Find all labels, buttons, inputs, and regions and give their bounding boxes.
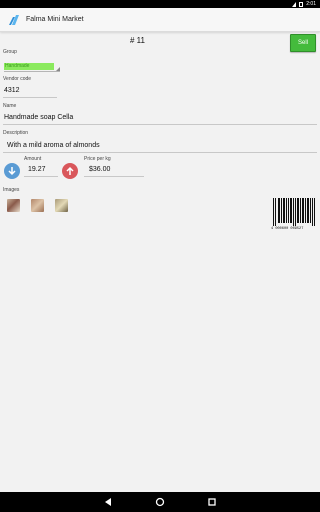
product-image-3[interactable] (55, 199, 68, 212)
description-underline (3, 152, 317, 153)
back-button[interactable] (102, 496, 114, 508)
increase-amount-button[interactable] (62, 163, 78, 179)
decrease-amount-button[interactable] (4, 163, 20, 179)
product-image-1[interactable] (7, 199, 20, 212)
price-underline (84, 176, 144, 177)
description-label: Description (3, 130, 29, 136)
status-time: 2:01 (306, 1, 316, 7)
status-icons: 2:01 (292, 1, 316, 7)
back-icon (105, 498, 111, 506)
amount-field[interactable]: 19.27 (28, 166, 46, 173)
app-title: Falma Mini Market (26, 16, 84, 23)
name-label: Name (3, 103, 17, 109)
navigation-bar (0, 492, 320, 512)
vendor-code-label: Vendor code (3, 76, 32, 82)
description-field[interactable]: With a mild aroma of almonds (7, 142, 100, 149)
sell-button[interactable]: Sell (290, 34, 316, 52)
wifi-icon (292, 1, 297, 7)
arrow-down-icon (8, 167, 16, 176)
home-button[interactable] (154, 496, 166, 508)
amount-underline (24, 176, 58, 177)
arrow-up-icon (66, 166, 74, 175)
amount-label: Amount (24, 156, 42, 162)
price-field[interactable]: $36.00 (89, 166, 110, 173)
dropdown-arrow-icon (56, 67, 60, 71)
recents-button[interactable] (206, 496, 218, 508)
status-bar: 2:01 (0, 0, 320, 8)
vendor-code-field[interactable]: 4312 (4, 87, 20, 94)
app-logo-icon (9, 15, 19, 25)
price-label: Price per kg (84, 156, 111, 162)
record-number: # 11 (130, 36, 145, 45)
product-image-2[interactable] (31, 199, 44, 212)
barcode: 4 000600 009527 (271, 198, 315, 231)
name-underline (3, 124, 317, 125)
images-label: Images (3, 187, 20, 193)
barcode-bars (273, 198, 315, 226)
recents-icon (208, 498, 216, 506)
battery-icon (299, 1, 304, 7)
group-value: Handmade (4, 63, 54, 70)
group-label: Group (3, 49, 17, 55)
home-icon (155, 497, 165, 507)
vendor-code-underline (3, 97, 57, 98)
group-select[interactable]: Handmade (4, 62, 60, 72)
action-bar: Falma Mini Market (0, 8, 320, 32)
barcode-digits: 4 000600 009527 (271, 227, 303, 231)
name-field[interactable]: Handmade soap Cella (4, 114, 73, 121)
